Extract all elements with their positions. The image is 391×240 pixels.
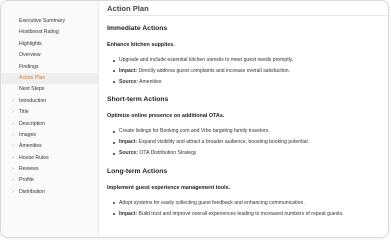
sidebar-item-highlights[interactable]: Highlights [1,39,98,50]
sidebar-item-title[interactable]: › Title [1,107,98,118]
action-bullet-list: Create listings for Booking.com and Vrbo… [107,126,388,158]
list-item: Adopt systems for easily collecting gues… [113,198,388,209]
sidebar-item-profile[interactable]: › Profile [1,175,98,186]
list-item: Impact: Directly address guest complaint… [113,66,388,77]
list-item: Impact: Expand visibility and attract a … [113,137,388,148]
action-subheading: Enhance kitchen supplies. [107,42,175,48]
chevron-right-icon: › [12,166,14,173]
sidebar-item-label: Description [19,120,45,127]
sidebar-item-amenities[interactable]: › Amenities [1,141,98,152]
sidebar-item-introduction[interactable]: › Introduction [1,96,98,107]
bullet-label: Impact: [119,139,138,146]
sidebar-item-house-rules[interactable]: › House Rules [1,153,98,164]
chevron-right-icon: › [12,131,14,138]
list-item: Source: OTA Distribution Strategy [113,148,388,159]
list-item: Impact: Build trust and improve overall … [113,209,388,220]
bullet-text: Build trust and improve overall experien… [137,210,344,217]
sidebar-item-label: Action Plan [19,74,46,81]
bullet-text: Amenities [137,78,162,85]
sidebar-nav: Executive Summary Hostboost Rating Highlig… [1,1,99,237]
list-item: Source: Amenities [113,77,388,88]
bullet-text: Adopt systems for easily collecting gues… [119,199,305,206]
action-subheading: Implement guest experience management to… [107,184,231,191]
sidebar-item-distribution[interactable]: › Distribution [1,187,98,198]
list-item: Upgrade and include essential kitchen ut… [113,55,388,66]
bullet-text: Create listings for Booking.com and Vrbo… [119,128,270,135]
bullet-label: Source: [119,149,138,156]
bullet-label: Impact: [119,210,138,217]
action-bullet-list: Adopt systems for easily collecting gues… [107,198,388,220]
app-window: Executive Summary Hostboost Rating Highlig… [0,0,389,238]
chevron-right-icon: › [12,109,14,116]
sidebar-item-overview[interactable]: Overview [1,50,98,61]
bullet-text: Directly address guest complaints and in… [137,67,291,74]
sidebar-item-hostboost-rating[interactable]: Hostboost Rating [1,27,98,38]
chevron-right-icon: › [12,177,14,184]
action-subheading: Optimize online presence on additional O… [107,113,225,120]
sidebar-item-label: Amenities [19,143,42,150]
sidebar-item-label: Highlights [19,40,42,47]
bullet-text: Expand visibility and attract a broader … [137,139,310,146]
sidebar-item-label: Next Steps [19,86,45,93]
sidebar-item-images[interactable]: › Images [1,130,98,141]
main-content: Action Plan Immediate Actions Enhance kit… [99,1,388,237]
sidebar-item-reviews[interactable]: › Reviews [1,164,98,175]
section-heading: Long-term Actions [107,167,168,175]
sidebar-item-label: Hostboost Rating [19,29,59,36]
chevron-right-icon: › [12,97,14,104]
sidebar-item-executive-summary[interactable]: Executive Summary [1,16,98,27]
sidebar-item-next-steps[interactable]: Next Steps [1,84,98,95]
sidebar-item-label: Findings [19,63,39,70]
bullet-text: OTA Distribution Strategy [137,149,197,156]
chevron-right-icon: › [12,120,14,127]
sidebar-item-description[interactable]: › Description [1,119,98,130]
sidebar-item-label: Profile [19,177,34,184]
section-heading: Short-term Actions [107,96,169,104]
page-title: Action Plan [107,4,388,16]
bullet-label: Impact: [119,67,138,74]
sidebar-item-label: Introduction [19,97,47,104]
sidebar-item-label: Distribution [19,188,45,195]
bullet-label: Source: [119,78,138,85]
sidebar-item-label: House Rules [19,154,49,161]
action-sections: Immediate Actions Enhance kitchen supplie… [107,25,388,219]
chevron-right-icon: › [12,188,14,195]
sidebar-item-label: Overview [19,52,41,59]
bullet-text: Upgrade and include essential kitchen ut… [119,57,294,63]
sidebar-item-findings[interactable]: Findings [1,62,98,73]
chevron-right-icon: › [12,154,14,161]
section-heading: Immediate Actions [107,25,168,32]
sidebar-item-label: Title [19,109,29,116]
sidebar-item-action-plan[interactable]: Action Plan [1,72,98,85]
list-item: Create listings for Booking.com and Vrbo… [113,126,388,137]
action-bullet-list: Upgrade and include essential kitchen ut… [107,55,388,87]
sidebar-item-label: Executive Summary [19,18,66,24]
sidebar-item-label: Reviews [19,166,39,173]
sidebar-item-label: Images [19,131,37,138]
chevron-right-icon: › [12,143,14,150]
